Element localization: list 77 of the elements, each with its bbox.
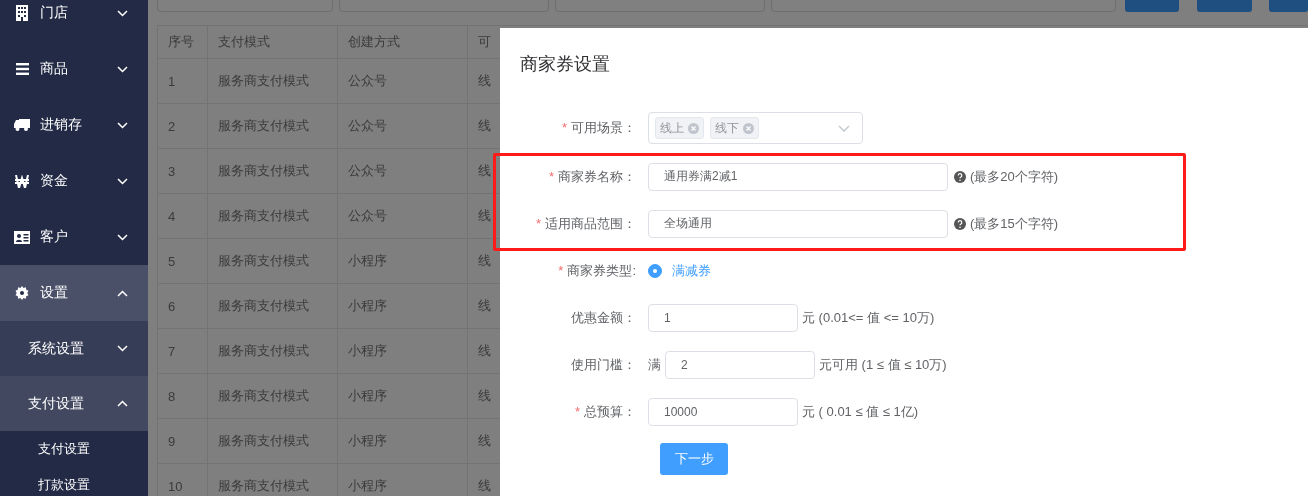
table-cell: 7 (157, 328, 208, 374)
table-cell: 小程序 (337, 238, 468, 284)
amount-field[interactable]: 10000 (648, 397, 798, 426)
table-cell: 服务商支付模式 (207, 283, 338, 329)
chevron-down-icon (838, 125, 850, 132)
table-cell: 6 (157, 283, 208, 329)
table-cell: 小程序 (337, 373, 468, 419)
table-cell: 公众号 (337, 193, 468, 239)
field-label: 可用场景： (571, 120, 636, 135)
table-cell: 小程序 (337, 328, 468, 374)
table-cell: 服务商支付模式 (207, 373, 338, 419)
required-mark: * (574, 403, 580, 419)
text-field[interactable]: 通用券满2减1 (648, 162, 948, 191)
help-icon (954, 217, 966, 230)
submenu-link[interactable]: 打款设置 (38, 476, 90, 494)
settings-icon (15, 286, 29, 300)
table-cell: 8 (157, 373, 208, 419)
table-cell: 5 (157, 238, 208, 284)
range-text: 元可用 (1 ≤ 值 ≤ 10万) (819, 355, 947, 374)
table-cell: 服务商支付模式 (207, 193, 338, 239)
hint-text: (最多15个字符) (970, 214, 1059, 233)
field-label: 使用门槛： (571, 356, 636, 372)
tag: 线上 (655, 117, 704, 139)
radio-button[interactable] (648, 263, 662, 278)
id-card-icon (14, 230, 30, 244)
required-mark: * (558, 262, 564, 278)
column-header: 序号 (157, 25, 208, 59)
table-cell: 服务商支付模式 (207, 328, 338, 374)
close-icon[interactable] (688, 122, 699, 134)
table-cell: 服务商支付模式 (207, 103, 338, 149)
truck-icon (14, 119, 30, 131)
amount-field[interactable]: 1 (648, 303, 798, 332)
sidebar-menu-item[interactable]: 进销存 (0, 97, 148, 153)
range-text: 元 ( 0.01 ≤ 值 ≤ 1亿) (802, 402, 919, 421)
table-cell: 服务商支付模式 (207, 148, 338, 194)
required-mark: * (535, 215, 541, 231)
required-mark: * (548, 168, 554, 184)
range-text: 元 (0.01<= 值 <= 10万) (802, 308, 935, 327)
table-cell: 服务商支付模式 (207, 238, 338, 284)
required-mark: * (561, 120, 567, 135)
table-cell: 公众号 (337, 148, 468, 194)
table-cell: 2 (157, 103, 208, 149)
field-label: 总预算： (584, 403, 636, 419)
hint-text: (最多20个字符) (970, 167, 1059, 186)
table-cell: 1 (157, 58, 208, 104)
submenu-item[interactable]: 支付设置 (0, 376, 148, 431)
table-cell: 公众号 (337, 103, 468, 149)
table-cell: 9 (157, 418, 208, 464)
building-icon (15, 5, 29, 21)
text-field[interactable]: 全场通用 (648, 209, 948, 238)
table-cell: 小程序 (337, 283, 468, 329)
amount-field[interactable]: 2 (665, 350, 815, 379)
menu-icon (15, 63, 29, 75)
table-cell: 服务商支付模式 (207, 418, 338, 464)
submenu-item[interactable]: 系统设置 (0, 321, 148, 376)
sidebar-menu-item[interactable]: 门店 (0, 0, 148, 41)
table-cell: 公众号 (337, 58, 468, 104)
table-cell: 4 (157, 193, 208, 239)
field-label: 适用商品范围： (545, 215, 636, 231)
sidebar-menu-item[interactable]: 资金 (0, 153, 148, 209)
close-icon[interactable] (743, 122, 754, 134)
table-cell: 小程序 (337, 418, 468, 464)
column-header: 创建方式 (337, 25, 468, 59)
field-label: 商家券类型: (567, 262, 636, 278)
submenu-link[interactable]: 支付设置 (38, 440, 90, 458)
won-icon (15, 174, 29, 188)
column-header: 支付模式 (207, 25, 338, 59)
field-label: 商家券名称： (558, 168, 636, 184)
table-cell: 3 (157, 148, 208, 194)
table-cell: 服务商支付模式 (207, 58, 338, 104)
sidebar-menu-item[interactable]: 客户 (0, 209, 148, 265)
prefix-text: 满 (648, 355, 661, 374)
help-icon (954, 170, 966, 183)
sidebar-menu-item[interactable]: 商品 (0, 41, 148, 97)
tag: 线下 (710, 117, 759, 139)
field-label: 优惠金额： (571, 309, 636, 325)
table-cell: 10 (157, 463, 208, 496)
